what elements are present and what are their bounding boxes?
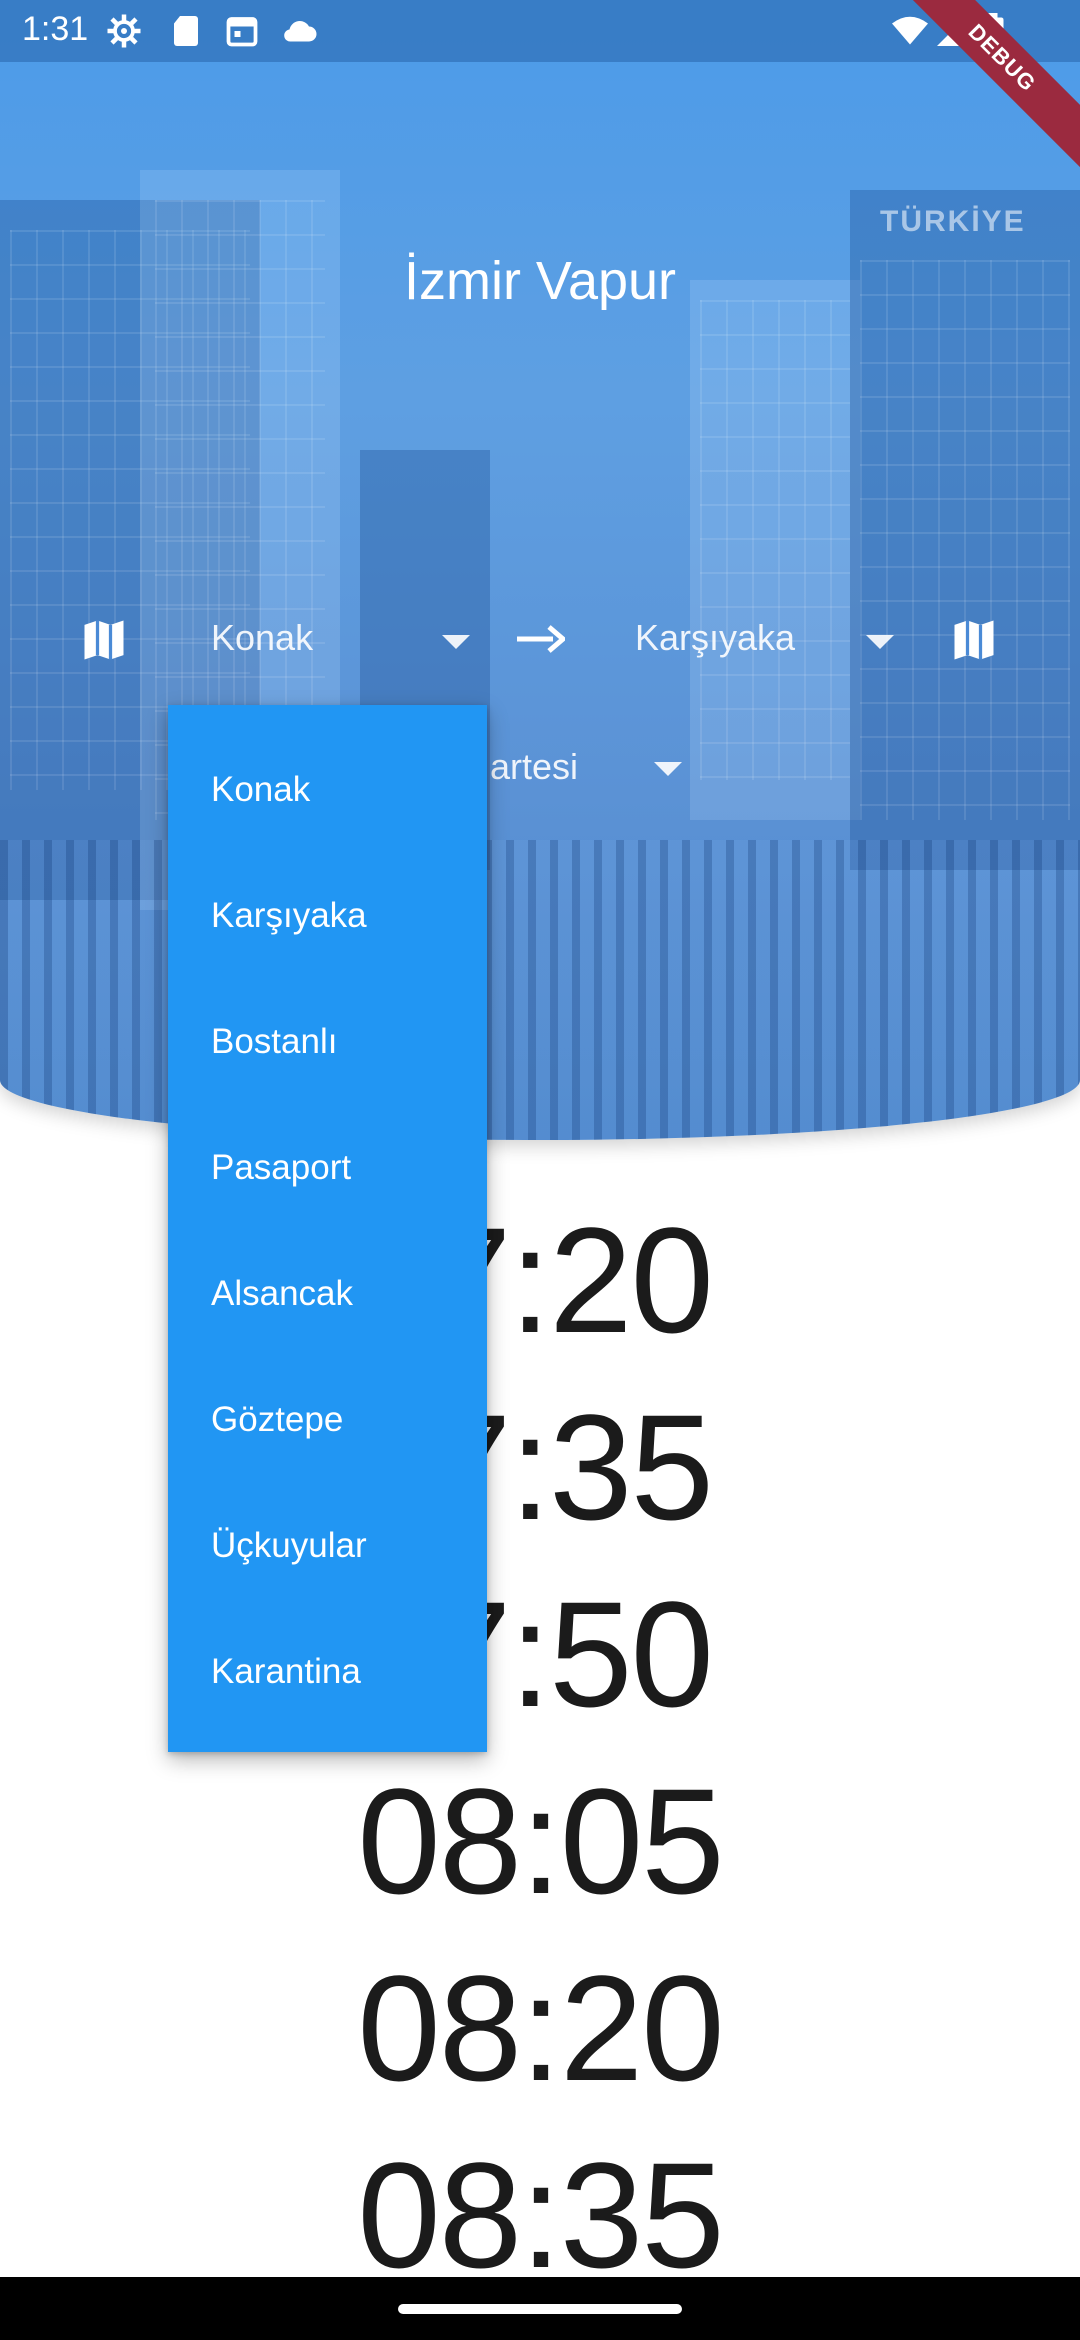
page-title: İzmir Vapur — [403, 251, 677, 311]
map-icon[interactable] — [78, 614, 130, 666]
menu-item-konak[interactable]: Konak — [168, 727, 487, 853]
menu-item-pasaport[interactable]: Pasaport — [168, 1105, 487, 1231]
departure-time: 7:20 — [428, 1196, 714, 1364]
background-sign: TÜRKİYE — [880, 205, 1026, 238]
menu-item-label: Bostanlı — [211, 1022, 338, 1061]
route-selector: Konak Karşıyaka — [0, 605, 1080, 675]
background-windows — [860, 260, 1070, 820]
sd-card-icon — [174, 16, 198, 46]
menu-item-label: Konak — [211, 770, 311, 809]
departure-time: 08:05 — [357, 1757, 724, 1925]
arrow-right-icon — [517, 625, 565, 653]
chevron-down-icon — [654, 762, 682, 776]
menu-item-alsancak[interactable]: Alsancak — [168, 1231, 487, 1357]
departure-list: 7:20 7:35 7:50 08:05 08:20 08:35 — [0, 1180, 1080, 2302]
menu-item-uckuyular[interactable]: Üçkuyular — [168, 1483, 487, 1609]
background-windows — [700, 300, 850, 780]
menu-item-label: Üçkuyular — [211, 1526, 367, 1565]
map-icon[interactable] — [948, 614, 1000, 666]
system-navigation-bar — [0, 2277, 1080, 2340]
menu-item-label: Pasaport — [211, 1148, 352, 1187]
menu-item-goztepe[interactable]: Göztepe — [168, 1357, 487, 1483]
menu-item-label: Alsancak — [211, 1274, 354, 1313]
departure-time: 08:35 — [357, 2131, 724, 2299]
chevron-down-icon — [442, 635, 470, 649]
status-time: 1:31 — [22, 10, 89, 48]
wifi-icon — [892, 16, 928, 45]
menu-item-label: Karşıyaka — [211, 896, 367, 935]
menu-item-label: Karantina — [211, 1652, 361, 1691]
day-dropdown-value: artesi — [490, 746, 579, 787]
menu-item-karsiyaka[interactable]: Karşıyaka — [168, 853, 487, 979]
background-crowd — [0, 840, 1080, 1140]
header-hero: TÜRKİYE — [0, 0, 1080, 1140]
status-bar: 1:31 — [0, 0, 1080, 62]
departure-time: 7:35 — [428, 1383, 714, 1551]
home-gesture-handle[interactable] — [398, 2304, 682, 2314]
calendar-icon — [226, 17, 258, 47]
day-dropdown[interactable]: artesi — [0, 740, 1080, 800]
menu-item-karantina[interactable]: Karantina — [168, 1609, 487, 1735]
menu-item-bostanli[interactable]: Bostanlı — [168, 979, 487, 1105]
cloud-icon — [284, 21, 317, 42]
departure-time: 7:50 — [428, 1570, 714, 1738]
chevron-down-icon — [866, 635, 894, 649]
gear-icon — [107, 14, 141, 48]
station-dropdown-menu: Konak Karşıyaka Bostanlı Pasaport Alsanc… — [168, 705, 487, 1752]
menu-item-label: Göztepe — [211, 1400, 344, 1439]
from-dropdown-value: Konak — [211, 617, 314, 658]
departure-time: 08:20 — [357, 1944, 724, 2112]
to-dropdown-value: Karşıyaka — [635, 617, 796, 658]
